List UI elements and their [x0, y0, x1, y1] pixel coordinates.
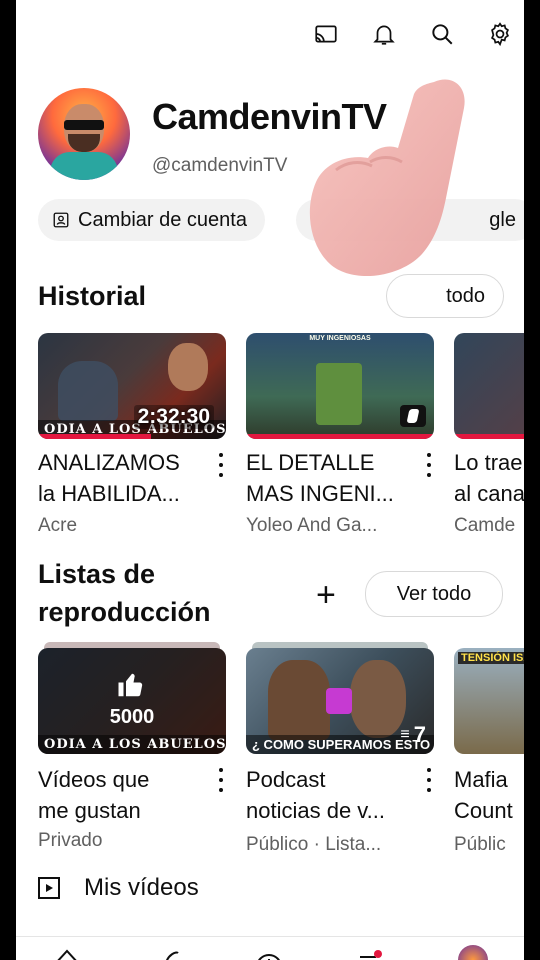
history-title: Historial [38, 281, 147, 311]
playlist-title: Vídeos que me gustan [38, 767, 150, 823]
playlist-thumbnail[interactable]: ¿ COMO SUPERAMOS ESTO ? ≡ 7 [246, 648, 434, 754]
my-videos-label: Mis vídeos [84, 874, 199, 901]
playlist-visibility: Privado [38, 830, 103, 851]
subscriptions-icon[interactable] [356, 945, 382, 960]
playlist-title: Podcast noticias de v... [246, 767, 385, 823]
video-thumbnail[interactable]: MUY INGENIOSAS [246, 333, 434, 439]
home-icon[interactable] [54, 945, 80, 960]
switch-account-icon [53, 212, 69, 228]
video-title: EL DETALLE MAS INGENI... [246, 450, 394, 506]
search-icon[interactable] [428, 20, 456, 48]
playlist-count: 5000 [109, 706, 155, 728]
more-options-icon[interactable] [424, 768, 434, 792]
playlists-see-all-button[interactable]: Ver todo [365, 571, 503, 617]
video-title: ANALIZAMOS la HABILIDA... [38, 450, 180, 506]
video-duration: 2:32:30 [133, 405, 214, 429]
more-options-icon[interactable] [216, 768, 226, 792]
create-icon[interactable] [256, 945, 282, 960]
video-thumbnail[interactable]: ODIA A LOS ABUELOS 2:32:30 [38, 333, 226, 439]
bottom-navigation [16, 936, 524, 960]
shorts-icon [400, 405, 426, 427]
like-icon [116, 670, 146, 705]
thumbnail-text: MUY INGENIOSAS [309, 335, 371, 342]
play-icon [38, 877, 60, 899]
google-account-chip[interactable]: gle [296, 199, 524, 241]
my-videos-link[interactable]: Mis vídeos [38, 874, 199, 902]
google-account-label: gle [489, 208, 516, 231]
more-options-icon[interactable] [216, 453, 226, 477]
shorts-nav-icon[interactable] [158, 945, 184, 960]
channel-handle[interactable]: @camdenvinTV [152, 155, 287, 177]
video-title: Lo trae al cana [454, 450, 524, 506]
more-options-icon[interactable] [424, 453, 434, 477]
playlist-icon: ≡ [400, 726, 410, 743]
playlists-title: Listas de reproducción [38, 559, 211, 627]
switch-account-chip[interactable]: Cambiar de cuenta [38, 199, 265, 241]
you-avatar-icon[interactable] [458, 945, 488, 960]
video-thumbnail[interactable] [454, 333, 524, 439]
playlist-title: Mafia Count [454, 767, 513, 823]
watch-progress-bar [38, 434, 151, 439]
playlist-visibility: Públic [454, 834, 506, 855]
playlists-see-all-label: Ver todo [396, 582, 472, 605]
playlist-visibility: Público · Lista... [246, 834, 382, 855]
channel-name: CamdenvinTV [152, 96, 387, 137]
top-bar [312, 20, 514, 48]
playlist-thumbnail[interactable]: TENSIÓN ISA [454, 648, 524, 754]
settings-icon[interactable] [486, 20, 514, 48]
notifications-icon[interactable] [370, 20, 398, 48]
add-playlist-icon[interactable]: + [316, 576, 336, 615]
video-channel: Yoleo And Ga... [246, 515, 378, 536]
thumbnail-caption: ODIA A LOS ABUELOS [38, 735, 226, 754]
cast-icon[interactable] [312, 20, 340, 48]
video-channel: Camde [454, 515, 516, 536]
app-screen: CamdenvinTV @camdenvinTV Cambiar de cuen… [16, 0, 524, 960]
channel-avatar[interactable] [38, 88, 130, 180]
watch-progress-bar [246, 434, 434, 439]
switch-account-label: Cambiar de cuenta [78, 208, 247, 231]
watch-progress-bar [454, 434, 524, 439]
history-see-all-label: todo [446, 284, 485, 307]
history-see-all-button[interactable]: todo [386, 274, 504, 318]
thumbnail-caption: TENSIÓN ISA [458, 652, 524, 664]
video-channel: Acre [38, 515, 78, 536]
playlist-count: 7 [413, 722, 426, 747]
playlist-thumbnail[interactable]: 5000 ODIA A LOS ABUELOS [38, 648, 226, 754]
